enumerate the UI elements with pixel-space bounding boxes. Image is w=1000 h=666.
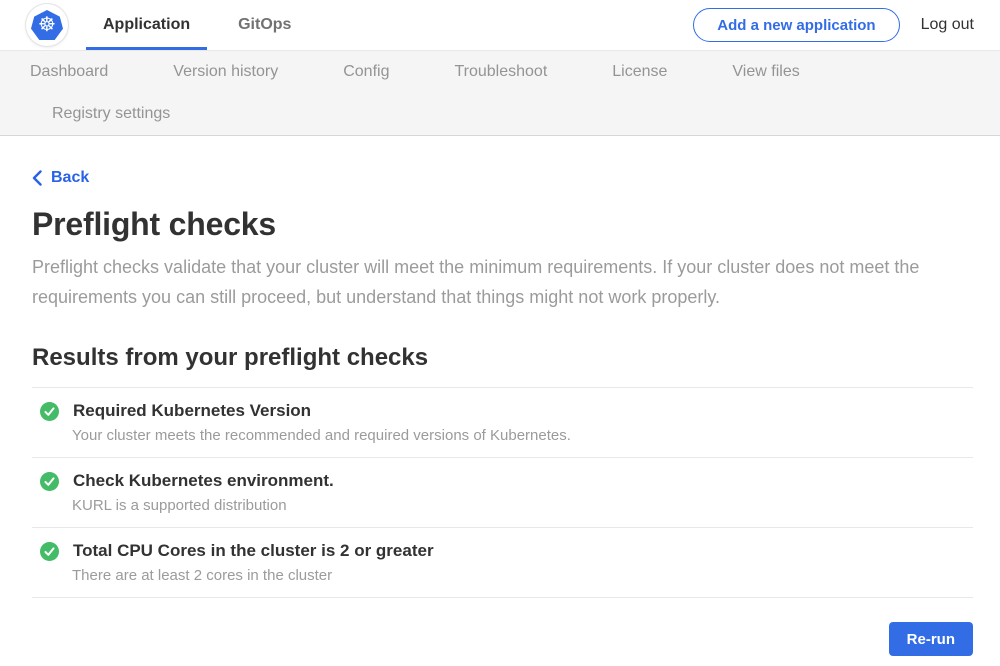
check-description: KURL is a supported distribution (72, 497, 973, 514)
preflight-check-row: Check Kubernetes environment. KURL is a … (32, 458, 973, 528)
navbar-right: Add a new application Log out (693, 0, 974, 50)
check-description: Your cluster meets the recommended and r… (72, 427, 973, 444)
preflight-check-row: Total CPU Cores in the cluster is 2 or g… (32, 528, 973, 598)
main-content: Back Preflight checks Preflight checks v… (32, 136, 973, 656)
check-passed-icon (40, 472, 59, 491)
logout-link[interactable]: Log out (921, 16, 974, 34)
tab-gitops[interactable]: GitOps (221, 0, 308, 50)
check-passed-icon (40, 542, 59, 561)
top-navbar: ☸ Application GitOps Add a new applicati… (0, 0, 1000, 51)
subnav-item-config[interactable]: Config (343, 51, 389, 93)
check-title: Total CPU Cores in the cluster is 2 or g… (73, 541, 434, 561)
preflight-check-row: Required Kubernetes Version Your cluster… (32, 388, 973, 458)
subnav-item-dashboard[interactable]: Dashboard (30, 51, 108, 93)
add-new-application-button[interactable]: Add a new application (693, 8, 899, 42)
subnav-item-license[interactable]: License (612, 51, 667, 93)
page-title: Preflight checks (32, 206, 973, 243)
page-description: Preflight checks validate that your clus… (32, 252, 952, 312)
back-link[interactable]: Back (32, 169, 89, 187)
app-subnav: Dashboard Version history Config Trouble… (0, 51, 1000, 136)
check-title: Required Kubernetes Version (73, 401, 311, 421)
app-logo: ☸ (26, 0, 68, 50)
subnav-item-version-history[interactable]: Version history (173, 51, 278, 93)
tab-application[interactable]: Application (86, 0, 207, 50)
check-description: There are at least 2 cores in the cluste… (72, 567, 973, 584)
kubernetes-logo-icon: ☸ (26, 4, 68, 46)
subnav-item-registry-settings[interactable]: Registry settings (52, 93, 170, 135)
preflight-results-list: Required Kubernetes Version Your cluster… (32, 387, 973, 598)
subnav-item-view-files[interactable]: View files (732, 51, 799, 93)
actions-row: Re-run (32, 622, 973, 656)
check-passed-icon (40, 402, 59, 421)
back-label: Back (51, 169, 89, 187)
results-heading: Results from your preflight checks (32, 344, 973, 372)
rerun-button[interactable]: Re-run (889, 622, 973, 656)
top-tabs: Application GitOps (86, 0, 308, 50)
subnav-item-troubleshoot[interactable]: Troubleshoot (454, 51, 547, 93)
check-title: Check Kubernetes environment. (73, 471, 334, 491)
chevron-left-icon (32, 170, 42, 186)
